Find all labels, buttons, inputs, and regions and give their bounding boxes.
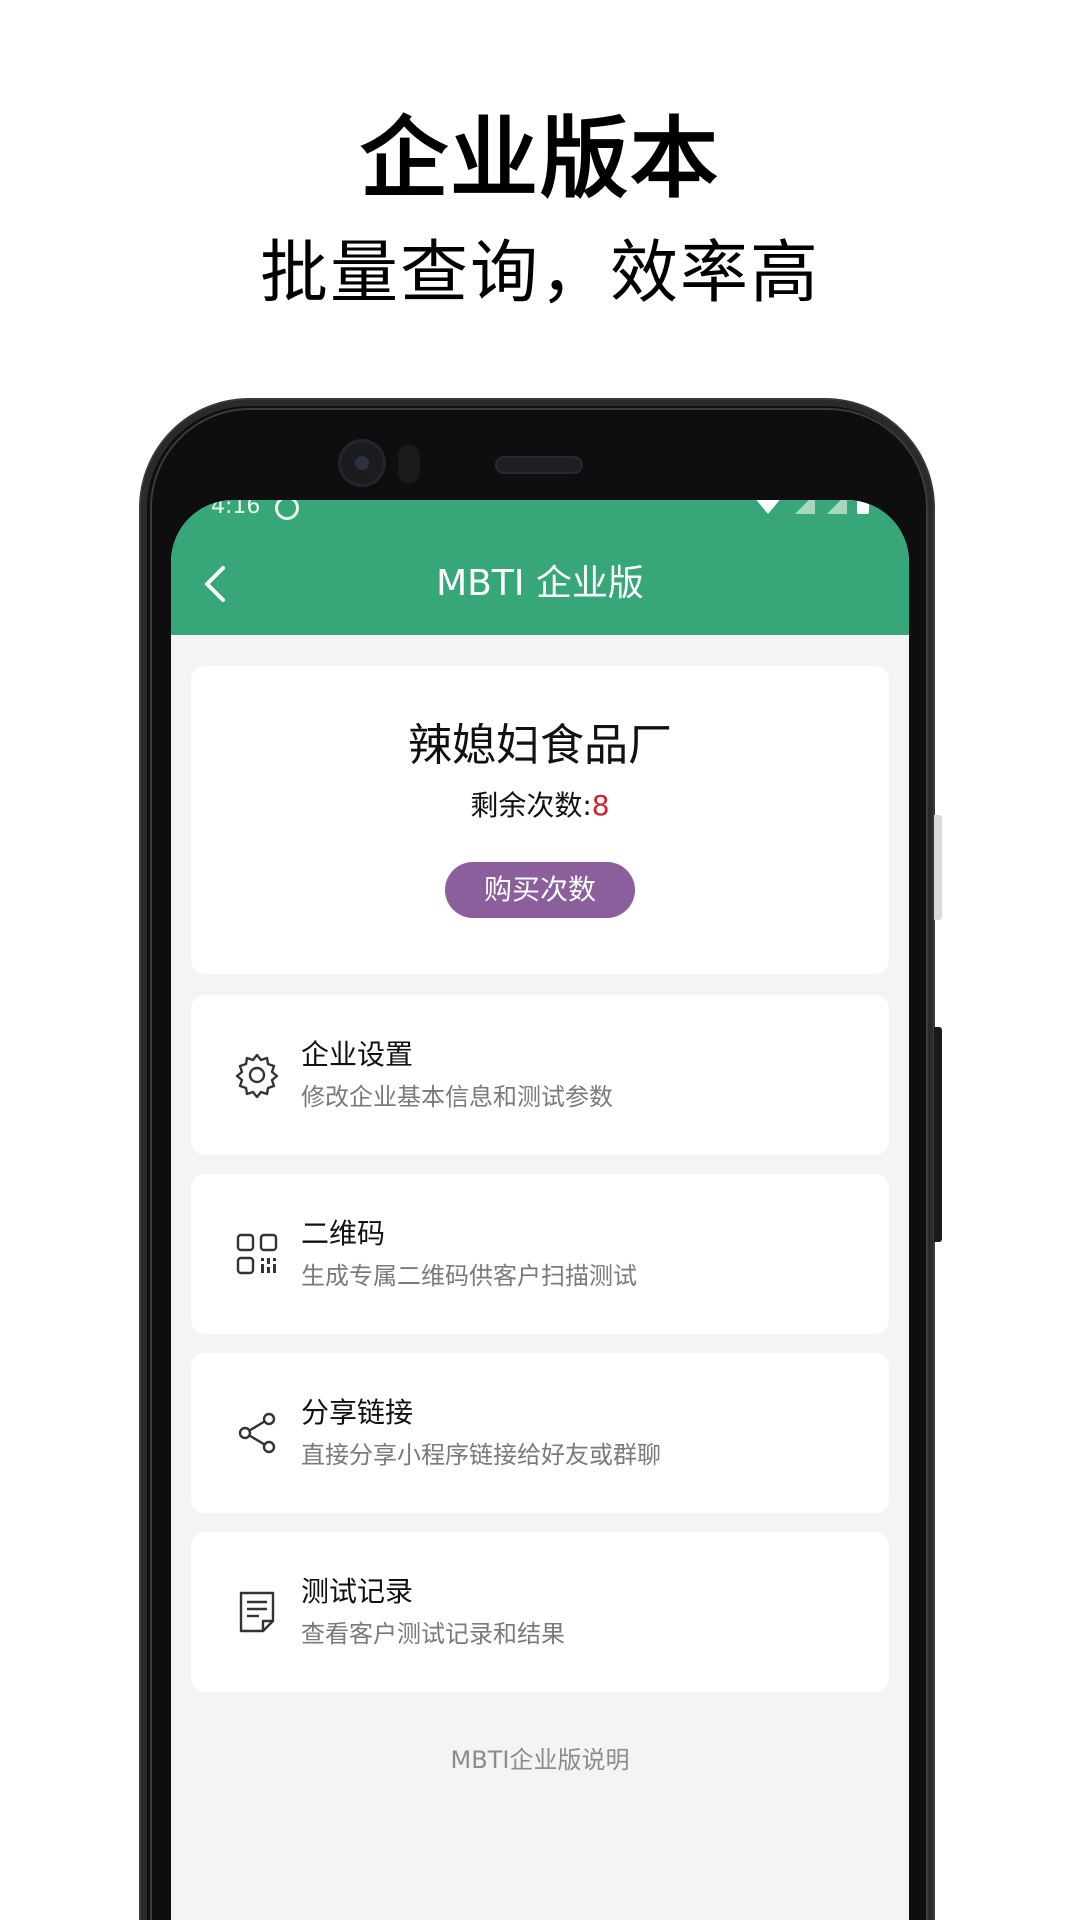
menu-item-description: 生成专属二维码供客户扫描测试 [301, 1262, 637, 1290]
earpiece-speaker [497, 458, 581, 472]
remaining-label: 剩余次数: [470, 789, 592, 822]
promo-title: 企业版本 [359, 107, 720, 210]
menu-item-title: 测试记录 [301, 1575, 414, 1608]
signal-icon [825, 500, 847, 514]
enterprise-info-link[interactable]: MBTI企业版说明 [171, 1744, 909, 1776]
phone-screen: 4:16 MBTI 企业版 辣媳妇食品厂 剩余次数:8 购买次数 企业设置 修改… [171, 500, 909, 1920]
document-icon [239, 1591, 275, 1633]
front-camera [341, 442, 383, 484]
remaining-count-row: 剩余次数:8 [191, 788, 889, 824]
share-icon [238, 1412, 276, 1454]
volume-button [934, 1027, 942, 1242]
page-title: MBTI 企业版 [436, 563, 644, 604]
menu-item-title: 二维码 [301, 1217, 386, 1250]
power-button [934, 815, 942, 920]
gear-icon [235, 1053, 279, 1099]
menu-item-title: 企业设置 [301, 1038, 414, 1071]
menu-item-description: 修改企业基本信息和测试参数 [301, 1083, 613, 1111]
battery-icon [857, 500, 869, 514]
buy-credits-button[interactable]: 购买次数 [445, 862, 635, 918]
menu-item-test-records[interactable]: 测试记录 查看客户测试记录和结果 [191, 1532, 889, 1692]
promo-subtitle: 批量查询，效率高 [259, 234, 820, 313]
company-card: 辣媳妇食品厂 剩余次数:8 购买次数 [191, 666, 889, 974]
status-time: 4:16 [211, 500, 261, 519]
remaining-count: 8 [591, 789, 610, 822]
company-name: 辣媳妇食品厂 [408, 720, 672, 771]
menu-item-description: 查看客户测试记录和结果 [301, 1620, 565, 1648]
menu-item-share-link[interactable]: 分享链接 直接分享小程序链接给好友或群聊 [191, 1353, 889, 1513]
qr-code-icon [236, 1233, 278, 1275]
menu-item-qr-code[interactable]: 二维码 生成专属二维码供客户扫描测试 [191, 1174, 889, 1334]
app-bar: 4:16 MBTI 企业版 [171, 500, 909, 635]
menu-item-title: 分享链接 [301, 1396, 414, 1429]
status-bar: 4:16 [171, 500, 909, 524]
menu-item-company-settings[interactable]: 企业设置 修改企业基本信息和测试参数 [191, 995, 889, 1155]
proximity-sensor [398, 444, 420, 484]
screenshot: 企业版本 批量查询，效率高 4:16 MBTI 企业版 辣媳妇食品厂 剩余次数:… [0, 0, 1080, 1920]
sync-icon [275, 500, 299, 520]
menu-item-description: 直接分享小程序链接给好友或群聊 [301, 1441, 661, 1469]
signal-icon [793, 500, 815, 514]
status-icons [753, 500, 869, 514]
wifi-icon [753, 500, 783, 514]
